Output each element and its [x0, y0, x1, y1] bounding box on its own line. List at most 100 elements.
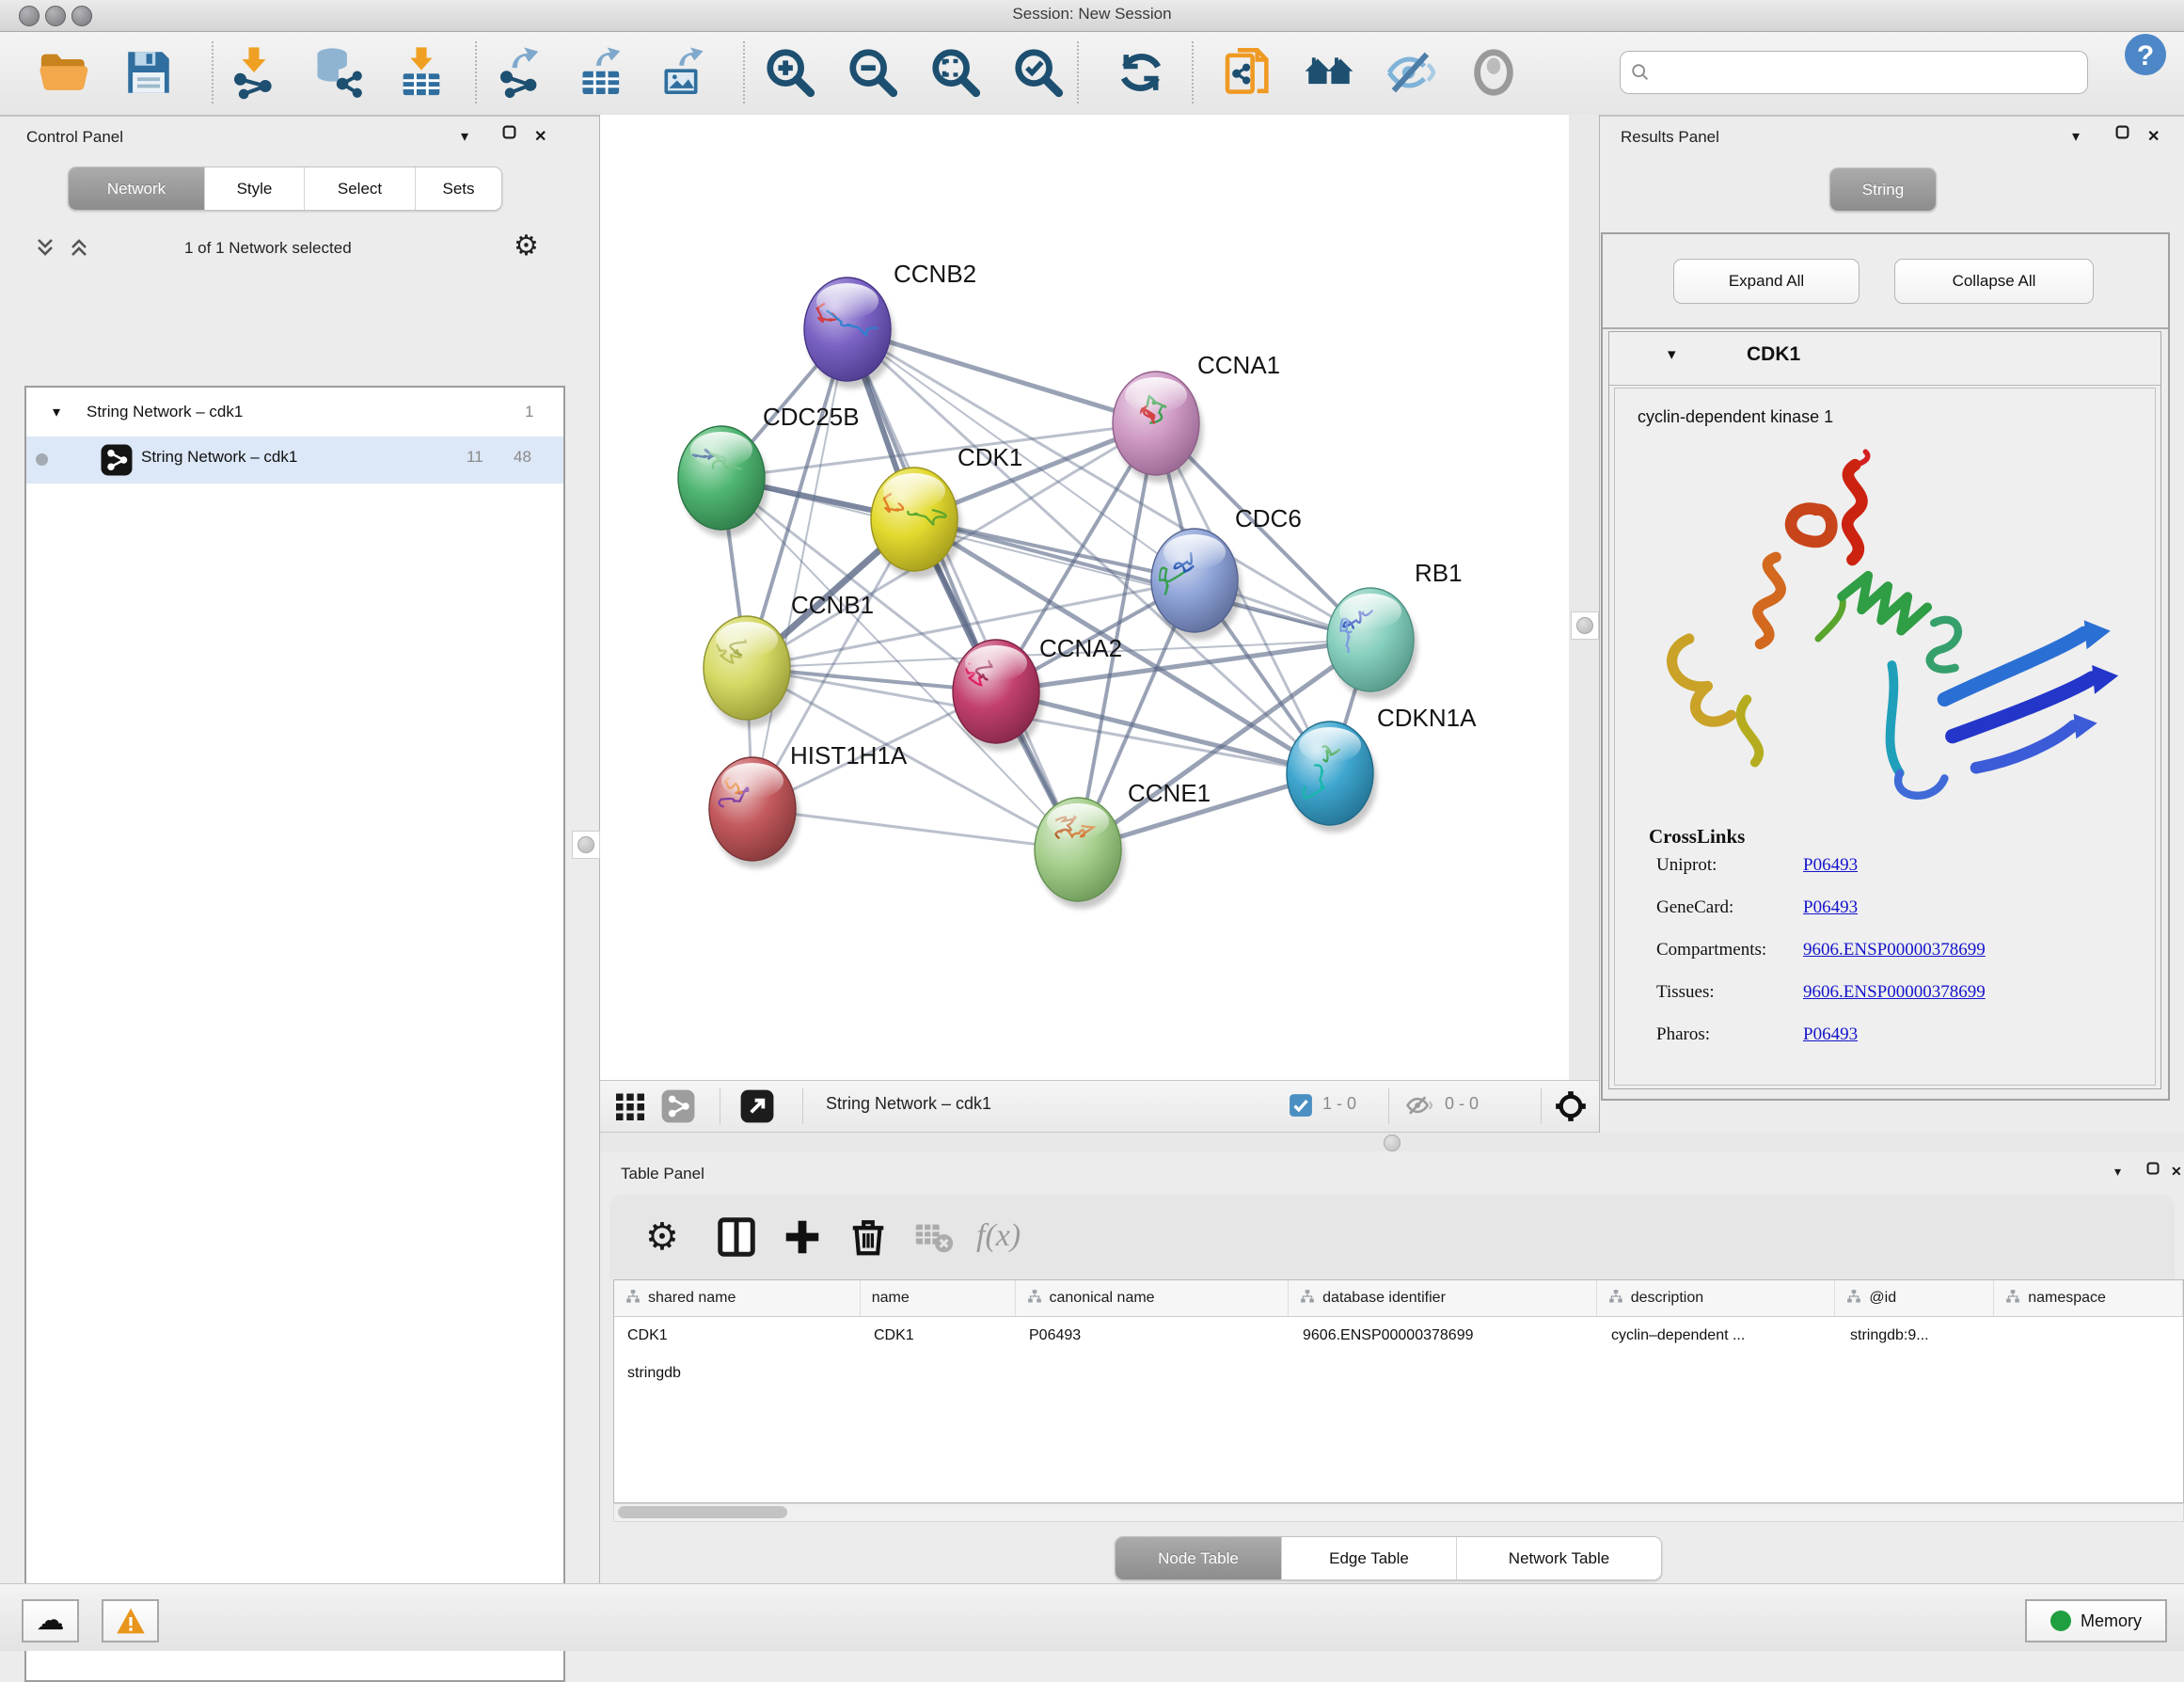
grid-view-icon[interactable]: [613, 1089, 647, 1128]
tab-string[interactable]: String: [1830, 168, 1936, 211]
expand-all-icon[interactable]: [68, 235, 90, 264]
results-panel-close-icon[interactable]: ✕: [2147, 127, 2160, 146]
network-options-gear-icon[interactable]: ⚙: [514, 230, 539, 262]
table-cell[interactable]: stringdb:9...: [1837, 1317, 1996, 1355]
share-view-icon[interactable]: [660, 1088, 696, 1129]
gene-section-header[interactable]: ▾ CDK1: [1609, 332, 2160, 386]
node-HIST1H1A[interactable]: HIST1H1A: [709, 741, 908, 868]
crosslink-value-link[interactable]: 9606.ENSP00000378699: [1803, 940, 1986, 960]
table-cell[interactable]: P06493: [1016, 1317, 1290, 1355]
results-panel-menu-icon[interactable]: ▾: [2072, 127, 2080, 146]
export-network-button[interactable]: [493, 45, 547, 100]
edge-CCNB2-HIST1H1A[interactable]: [752, 329, 847, 809]
network-canvas[interactable]: CCNB2CCNA1CDC25BCDK1CDC6RB1CCNB1CCNA2CDK…: [600, 115, 1570, 1080]
delete-column-trash-icon[interactable]: [847, 1215, 890, 1259]
collapse-all-button[interactable]: Collapse All: [1894, 259, 2094, 304]
gene-collapse-icon[interactable]: ▾: [1668, 345, 1676, 364]
table-panel-close-icon[interactable]: ✕: [2171, 1164, 2182, 1180]
network-results-divider[interactable]: [1569, 115, 1600, 1080]
crosslink-value-link[interactable]: P06493: [1803, 897, 1858, 918]
search-box[interactable]: [1620, 51, 2088, 94]
table-horizontal-scrollbar[interactable]: [613, 1503, 2184, 1522]
table-settings-gear-icon[interactable]: ⚙: [645, 1215, 688, 1259]
zoom-selected-button[interactable]: [1011, 45, 1066, 100]
table-panel-divider[interactable]: [600, 1133, 2184, 1151]
table-cell[interactable]: 9606.ENSP00000378699: [1290, 1317, 1598, 1355]
node-CDC25B[interactable]: CDC25B: [678, 403, 860, 537]
node-CCNA2[interactable]: CCNA2: [953, 634, 1122, 751]
tab-style[interactable]: Style: [204, 167, 304, 210]
table-cell[interactable]: cyclin–dependent ...: [1598, 1317, 1837, 1355]
expand-all-button[interactable]: Expand All: [1673, 259, 1860, 304]
results-panel-float-icon[interactable]: [2115, 125, 2129, 144]
node-CDKN1A[interactable]: CDKN1A: [1287, 704, 1477, 833]
zoom-out-button[interactable]: [846, 45, 900, 100]
string-network-graph[interactable]: CCNB2CCNA1CDC25BCDK1CDC6RB1CCNB1CCNA2CDK…: [600, 115, 1569, 1080]
table-cell[interactable]: stringdb: [614, 1355, 803, 1392]
first-neighbors-button[interactable]: [1302, 45, 1356, 100]
column-header-name[interactable]: name: [861, 1280, 1016, 1316]
left-splitter-handle[interactable]: [572, 831, 600, 859]
edge-CCNB2-CCNE1[interactable]: [847, 329, 1078, 849]
warnings-button[interactable]: [102, 1599, 159, 1642]
right-splitter-handle[interactable]: [1571, 611, 1599, 640]
selected-checkbox-icon[interactable]: [1289, 1093, 1313, 1122]
table-panel-float-icon[interactable]: [2146, 1162, 2160, 1180]
network-collection-row[interactable]: ▾ String Network – cdk1 1: [26, 395, 563, 436]
control-panel-menu-icon[interactable]: ▾: [461, 127, 468, 146]
toolbar-divider: [743, 41, 745, 103]
node-table[interactable]: shared namenamecanonical namedatabase id…: [613, 1279, 2184, 1503]
memory-button[interactable]: Memory: [2025, 1599, 2167, 1642]
import-table-from-file-button[interactable]: [394, 45, 449, 100]
edge-HIST1H1A-CCNE1[interactable]: [752, 809, 1078, 849]
tab-edge-table[interactable]: Edge Table: [1281, 1537, 1456, 1579]
help-button[interactable]: ?: [2123, 32, 2168, 77]
tab-network[interactable]: Network: [69, 167, 204, 210]
tab-node-table[interactable]: Node Table: [1116, 1537, 1281, 1579]
birdseye-view-button[interactable]: [1466, 45, 1521, 100]
network-row-selected[interactable]: String Network – cdk1 11 48: [26, 436, 563, 484]
table-cell[interactable]: CDK1: [614, 1317, 861, 1355]
export-table-button[interactable]: [575, 45, 629, 100]
table-cell[interactable]: CDK1: [861, 1317, 1016, 1355]
table-row[interactable]: CDK1CDK1P064939606.ENSP00000378699cyclin…: [614, 1317, 2183, 1392]
show-hide-graphics-details-button[interactable]: [1384, 45, 1438, 100]
node-CCNB1[interactable]: CCNB1: [704, 591, 874, 727]
collection-expand-icon[interactable]: ▾: [53, 403, 60, 421]
cloud-status-button[interactable]: ☁: [22, 1599, 79, 1642]
pan-crosshair-icon[interactable]: [1552, 1087, 1590, 1130]
collapse-all-icon[interactable]: [34, 235, 56, 264]
zoom-fit-button[interactable]: [928, 45, 983, 100]
show-columns-icon[interactable]: [715, 1215, 758, 1259]
column-header-shared-name[interactable]: shared name: [614, 1280, 861, 1316]
column-header-canonical-name[interactable]: canonical name: [1016, 1280, 1290, 1316]
open-session-button[interactable]: [37, 45, 91, 100]
crosslink-value-link[interactable]: 9606.ENSP00000378699: [1803, 982, 1986, 1003]
tab-network-table[interactable]: Network Table: [1456, 1537, 1661, 1579]
column-header-description[interactable]: description: [1597, 1280, 1836, 1316]
table-panel-menu-icon[interactable]: ▾: [2114, 1164, 2121, 1180]
node-RB1[interactable]: RB1: [1327, 559, 1463, 699]
node-CCNE1[interactable]: CCNE1: [1035, 779, 1211, 909]
import-network-from-file-button[interactable]: [227, 45, 281, 100]
tab-select[interactable]: Select: [304, 167, 415, 210]
column-header-database-identifier[interactable]: database identifier: [1289, 1280, 1597, 1316]
column-header-namespace[interactable]: namespace: [1994, 1280, 2183, 1316]
tab-sets[interactable]: Sets: [415, 167, 501, 210]
add-column-icon[interactable]: [781, 1215, 824, 1259]
column-header--id[interactable]: @id: [1835, 1280, 1994, 1316]
control-panel-close-icon[interactable]: ✕: [534, 127, 546, 146]
scrollbar-thumb[interactable]: [618, 1506, 787, 1518]
search-input[interactable]: [1658, 62, 2087, 83]
horizontal-splitter-handle[interactable]: [1384, 1135, 1401, 1151]
open-in-new-icon[interactable]: [739, 1088, 775, 1129]
crosslink-value-link[interactable]: P06493: [1803, 855, 1858, 876]
crosslink-value-link[interactable]: P06493: [1803, 1024, 1858, 1045]
save-session-button[interactable]: [121, 45, 176, 100]
export-image-button[interactable]: [657, 45, 711, 100]
zoom-in-button[interactable]: [763, 45, 817, 100]
new-network-from-selection-button[interactable]: [1222, 45, 1276, 100]
apply-layout-button[interactable]: [1114, 45, 1168, 100]
import-network-from-database-button[interactable]: [309, 45, 364, 100]
control-panel-float-icon[interactable]: [502, 125, 516, 144]
